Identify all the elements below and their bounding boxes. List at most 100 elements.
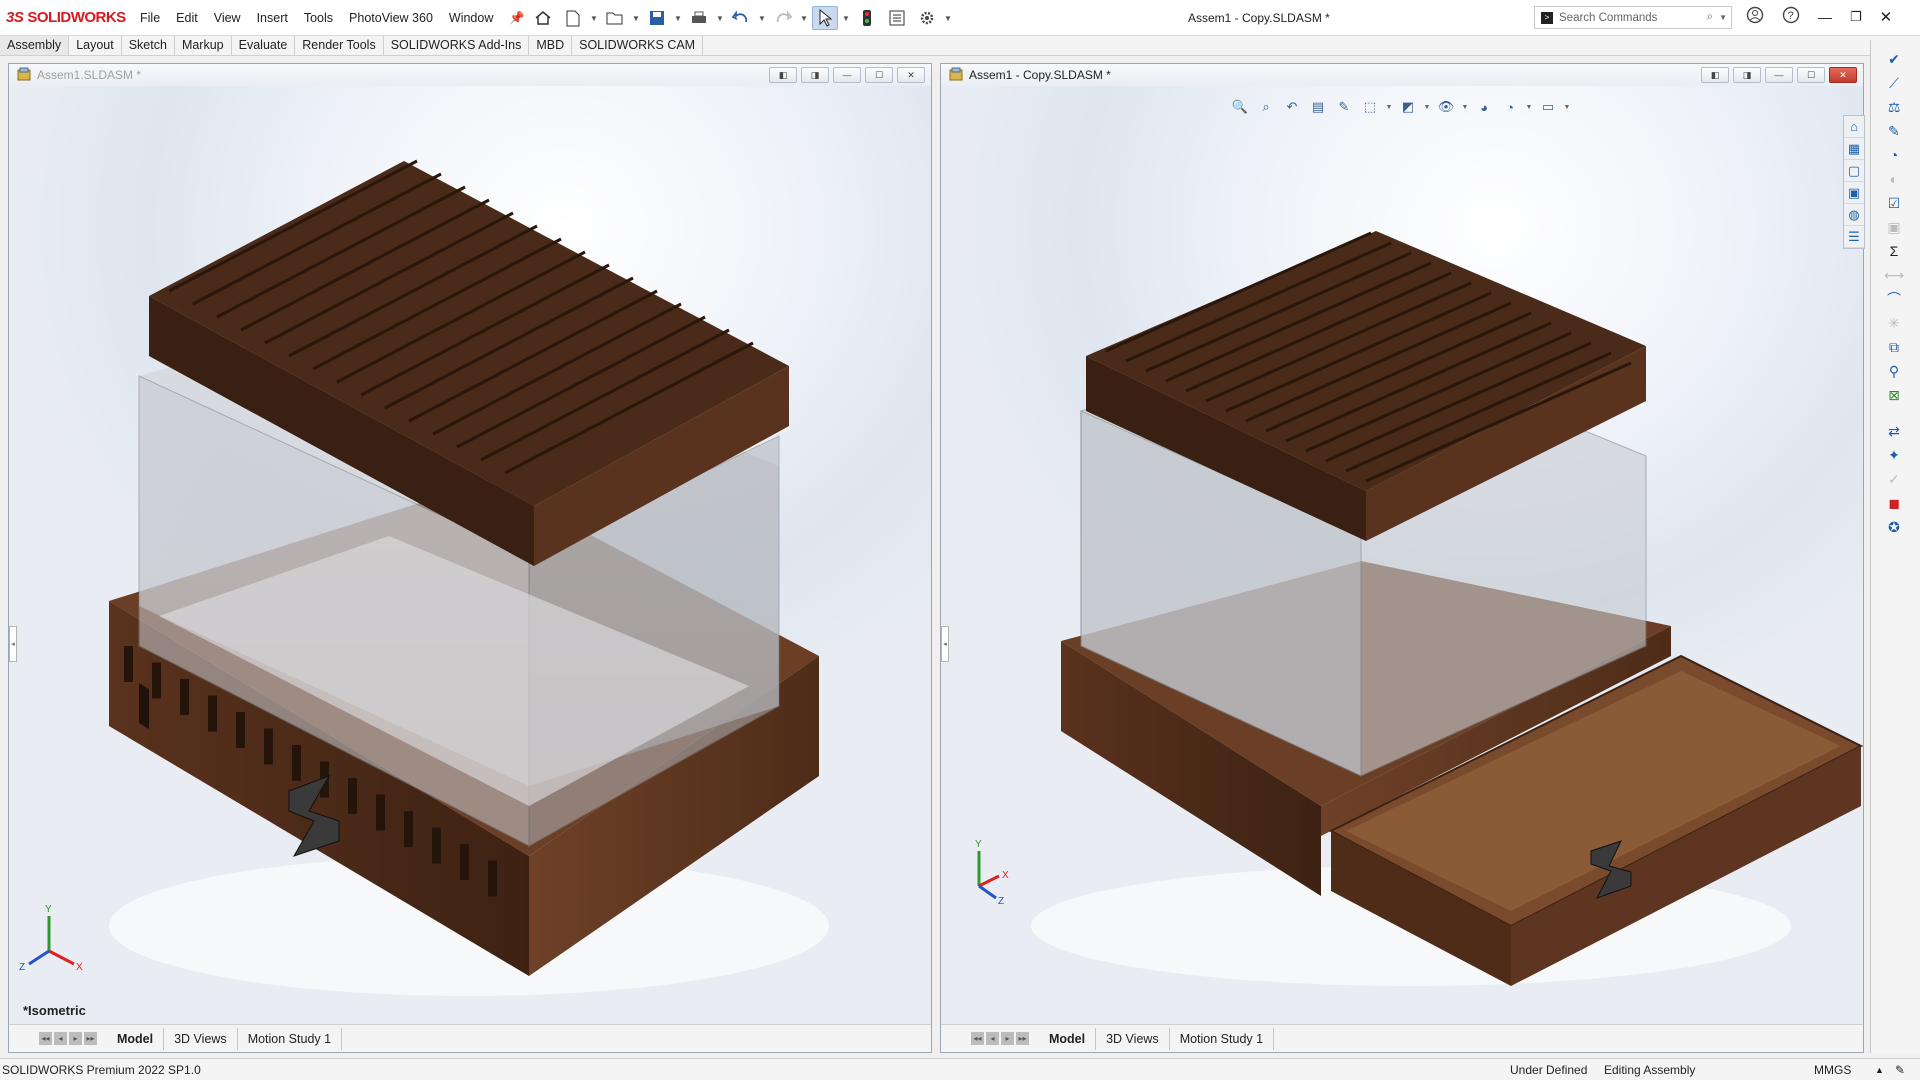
minimize-icon[interactable]: —	[1765, 67, 1793, 83]
solidworks-logo[interactable]: 3S SOLIDWORKS	[6, 9, 126, 26]
help-icon[interactable]: ?	[1782, 6, 1800, 27]
custom-settings-icon[interactable]: ✎	[1895, 1063, 1905, 1077]
viewport-left[interactable]: Assem1.SLDASM * ◧ ◨ — ☐ ✕ Y X Z ◂ *Isome…	[8, 63, 932, 1053]
tab-solidworks-cam[interactable]: SOLIDWORKS CAM	[572, 36, 704, 55]
tab-sketch[interactable]: Sketch	[122, 36, 175, 55]
save-icon[interactable]	[644, 6, 670, 30]
tab-solidworks-addins[interactable]: SOLIDWORKS Add-Ins	[384, 36, 530, 55]
close-icon[interactable]: ✕	[897, 67, 925, 83]
menu-photoview[interactable]: PhotoView 360	[349, 11, 433, 26]
chevron-down-icon[interactable]: ▼	[590, 6, 598, 30]
menu-window[interactable]: Window	[449, 11, 493, 26]
graphics-area[interactable]: Y X Z ◂	[941, 86, 1863, 1024]
chevron-down-icon[interactable]: ▼	[1526, 97, 1533, 117]
tab-evaluate[interactable]: Evaluate	[232, 36, 296, 55]
graphics-area[interactable]: Y X Z ◂	[9, 86, 931, 1024]
maximize-icon[interactable]: ☐	[1797, 67, 1825, 83]
file-properties-icon[interactable]	[884, 6, 910, 30]
hide-show-items-icon[interactable]: 👁	[1436, 97, 1456, 117]
chevron-down-icon[interactable]: ▼	[1462, 97, 1469, 117]
chevron-down-icon[interactable]: ▼	[758, 6, 766, 30]
apply-scene-icon[interactable]: ◔	[1500, 97, 1520, 117]
measure-icon[interactable]: ⟋	[1883, 72, 1905, 94]
excel-icon[interactable]: ⊠	[1883, 384, 1905, 406]
sketch-icon[interactable]: ✎	[1883, 120, 1905, 142]
redo-icon[interactable]	[770, 6, 796, 30]
home-icon[interactable]	[530, 6, 556, 30]
tile-horizontal-icon[interactable]: ◧	[769, 67, 797, 83]
chevron-down-icon[interactable]: ▼	[944, 6, 952, 30]
edit-appearance-icon[interactable]: ◕	[1474, 97, 1494, 117]
undo-icon[interactable]	[728, 6, 754, 30]
tab-3d-views[interactable]: 3D Views	[1096, 1027, 1170, 1050]
close-icon[interactable]: ✕	[1829, 67, 1857, 83]
tab-assembly[interactable]: Assembly	[0, 36, 70, 55]
search-icon[interactable]: ⌕	[1707, 11, 1713, 24]
tile-vertical-icon[interactable]: ◨	[801, 67, 829, 83]
view-palette-icon[interactable]: ▣	[1844, 182, 1864, 204]
copy-icon[interactable]: ⧉	[1883, 336, 1905, 358]
mirror-icon[interactable]: ⟷	[1883, 264, 1905, 286]
menu-insert[interactable]: Insert	[257, 11, 288, 26]
gear-icon[interactable]	[914, 6, 940, 30]
chevron-down-icon[interactable]: ▼	[1564, 97, 1571, 117]
pattern-icon[interactable]: ✳	[1883, 312, 1905, 334]
chevron-down-icon[interactable]: ▼	[716, 6, 724, 30]
panel-handle-icon[interactable]: ◂	[941, 626, 949, 662]
dynamic-annotation-icon[interactable]: ✎	[1334, 97, 1354, 117]
tab-motion-study[interactable]: Motion Study 1	[1170, 1027, 1275, 1050]
tile-horizontal-icon[interactable]: ◧	[1701, 67, 1729, 83]
panel-handle-icon[interactable]: ◂	[9, 626, 17, 662]
maximize-icon[interactable]: ☐	[865, 67, 893, 83]
link-icon[interactable]: ⚲	[1883, 360, 1905, 382]
chevron-down-icon[interactable]: ▼	[674, 6, 682, 30]
section-view-icon[interactable]: ▤	[1308, 97, 1328, 117]
zoom-to-fit-icon[interactable]: 🔍	[1230, 97, 1250, 117]
explode-icon[interactable]: ✦	[1883, 444, 1905, 466]
chevron-down-icon[interactable]: ▼	[1386, 97, 1393, 117]
select-pointer-icon[interactable]	[812, 6, 838, 30]
bend-icon[interactable]: ⌒	[1883, 288, 1905, 310]
restore-icon[interactable]: ❐	[1850, 9, 1862, 25]
tab-model[interactable]: Model	[1039, 1027, 1097, 1050]
check-icon[interactable]: ☑	[1883, 192, 1905, 214]
view-settings-icon[interactable]: ▭	[1538, 97, 1558, 117]
minimize-icon[interactable]: —	[1818, 9, 1832, 25]
appearances-icon[interactable]: ◍	[1844, 204, 1864, 226]
tab-motion-study[interactable]: Motion Study 1	[238, 1027, 343, 1050]
menu-edit[interactable]: Edit	[176, 11, 198, 26]
viewport-title-bar[interactable]: Assem1 - Copy.SLDASM * ◧ ◨ — ☐ ✕	[941, 64, 1863, 86]
units-status[interactable]: MMGS	[1814, 1063, 1851, 1077]
align-icon[interactable]: ⇄	[1883, 420, 1905, 442]
compass-icon[interactable]: ✪	[1883, 516, 1905, 538]
chevron-down-icon[interactable]: ▼	[1424, 97, 1431, 117]
pin-icon[interactable]: 📌	[509, 11, 525, 26]
close-icon[interactable]: ✕	[1880, 8, 1893, 26]
tab-model[interactable]: Model	[107, 1027, 165, 1050]
layers-icon[interactable]: ◼	[1883, 492, 1905, 514]
file-explorer-icon[interactable]: ▢	[1844, 160, 1864, 182]
tab-scroll-arrows[interactable]: ◂◂ ◂ ▸ ▸▸	[39, 1032, 97, 1045]
chevron-down-icon[interactable]: ▼	[842, 6, 850, 30]
menu-tools[interactable]: Tools	[304, 11, 333, 26]
spell-check-icon[interactable]: ✔	[1883, 48, 1905, 70]
minimize-icon[interactable]: —	[833, 67, 861, 83]
menu-view[interactable]: View	[214, 11, 241, 26]
chevron-down-icon[interactable]: ▼	[800, 6, 808, 30]
viewport-right[interactable]: Assem1 - Copy.SLDASM * ◧ ◨ — ☐ ✕ Y X Z ◂…	[940, 63, 1864, 1053]
chevron-down-icon[interactable]: ▼	[1719, 13, 1731, 22]
tab-mbd[interactable]: MBD	[529, 36, 573, 55]
home-icon[interactable]: ⌂	[1844, 116, 1864, 138]
sum-icon[interactable]: Σ	[1883, 240, 1905, 262]
tab-render-tools[interactable]: Render Tools	[295, 36, 384, 55]
search-commands-field[interactable]: > Search Commands ⌕ ▼	[1534, 6, 1732, 29]
custom-properties-icon[interactable]: ☰	[1844, 226, 1864, 248]
user-account-icon[interactable]	[1746, 6, 1764, 27]
new-document-icon[interactable]	[560, 6, 586, 30]
chevron-down-icon[interactable]: ▼	[632, 6, 640, 30]
3d-library-icon[interactable]: ▦	[1844, 138, 1864, 160]
viewport-title-bar[interactable]: Assem1.SLDASM * ◧ ◨ — ☐ ✕	[9, 64, 931, 86]
rebuild-traffic-light-icon[interactable]	[854, 6, 880, 30]
tab-scroll-arrows[interactable]: ◂◂ ◂ ▸ ▸▸	[971, 1032, 1029, 1045]
zoom-to-area-icon[interactable]: ⌕	[1256, 97, 1276, 117]
